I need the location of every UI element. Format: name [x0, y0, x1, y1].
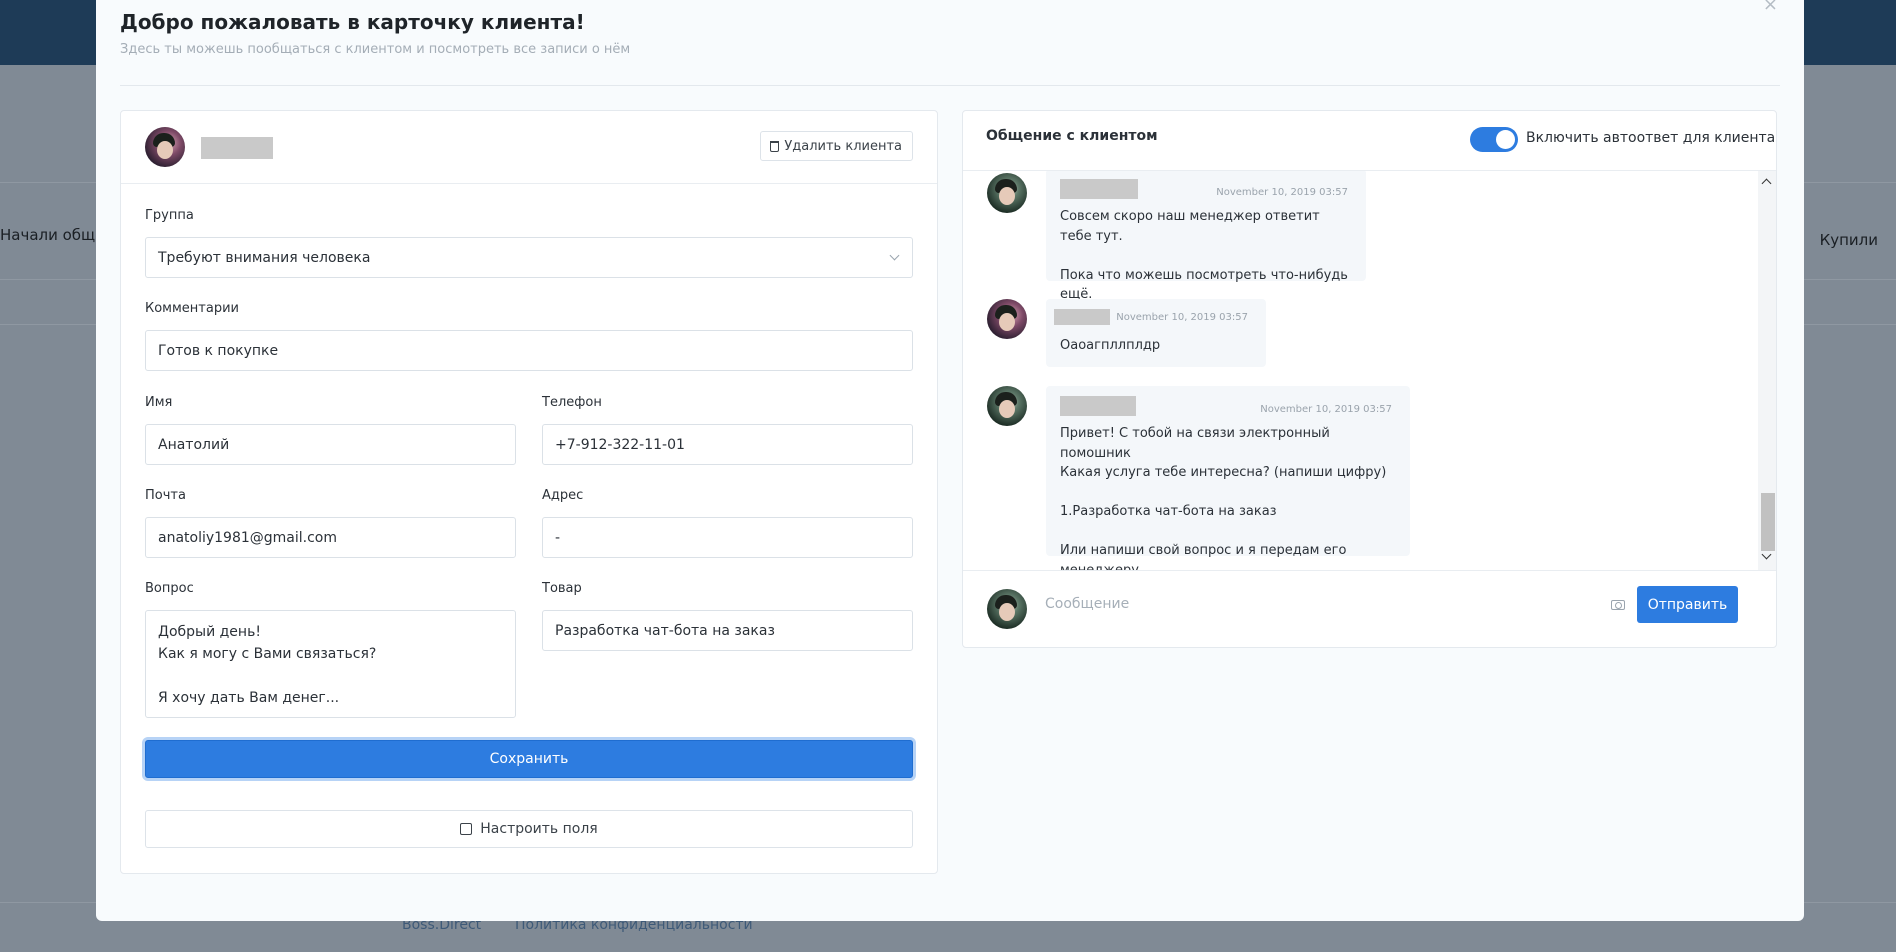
client-info-panel: Удалить клиента Группа Требуют внимания …	[120, 110, 938, 874]
chat-scrollbar[interactable]	[1758, 171, 1776, 570]
group-value: Требуют внимания человека	[158, 249, 371, 266]
bot-avatar	[987, 173, 1027, 213]
trash-icon	[770, 140, 780, 152]
background-column-bought: Купили	[1819, 231, 1878, 249]
message-timestamp: November 10, 2019 03:57	[1116, 312, 1248, 323]
checkbox-square-icon	[460, 823, 473, 835]
address-label: Адрес	[542, 488, 584, 503]
message-text: Оаоагпллплдр	[1060, 338, 1161, 353]
chat-header: Общение с клиентом Включить автоответ дл…	[963, 111, 1776, 171]
delete-client-label: Удалить клиента	[784, 138, 902, 154]
autoreply-toggle[interactable]	[1470, 127, 1518, 152]
product-label: Товар	[542, 581, 582, 596]
chat-message: November 10, 2019 03:57 Привет! С тобой …	[1046, 386, 1410, 570]
client-avatar	[145, 127, 185, 167]
modal-subtitle: Здесь ты можешь пообщаться с клиентом и …	[120, 42, 631, 57]
scroll-down-icon[interactable]	[1761, 549, 1772, 560]
chat-composer: Сообщение Отправить	[963, 571, 1776, 647]
group-label: Группа	[145, 208, 194, 223]
message-text: Привет! С тобой на связи электронный пом…	[1060, 426, 1387, 571]
autoreply-label: Включить автоответ для клиента	[1526, 130, 1776, 146]
question-textarea[interactable]: Добрый день! Как я могу с Вами связаться…	[145, 610, 516, 718]
bot-avatar	[987, 589, 1027, 629]
close-icon[interactable]: ×	[1763, 0, 1778, 15]
send-button[interactable]: Отправить	[1637, 586, 1738, 623]
modal-divider	[120, 85, 1780, 86]
configure-fields-button[interactable]: Настроить поля	[145, 810, 913, 848]
group-select[interactable]: Требуют внимания человека	[145, 237, 913, 278]
sender-name-redacted	[1054, 309, 1110, 325]
message-timestamp: November 10, 2019 03:57	[1260, 404, 1392, 415]
message-text: Совсем скоро наш менеджер ответит тебе т…	[1060, 209, 1348, 302]
configure-fields-label: Настроить поля	[480, 821, 598, 837]
address-input[interactable]: -	[542, 517, 913, 558]
message-input[interactable]: Сообщение	[1045, 596, 1129, 612]
chat-message: November 10, 2019 03:57 Совсем скоро наш…	[1046, 171, 1366, 302]
chat-messages[interactable]: November 10, 2019 03:57 Совсем скоро наш…	[963, 171, 1776, 571]
scroll-up-icon[interactable]	[1761, 178, 1772, 189]
message-timestamp: November 10, 2019 03:57	[1216, 187, 1348, 198]
email-label: Почта	[145, 488, 186, 503]
name-label: Имя	[145, 395, 173, 410]
delete-client-button[interactable]: Удалить клиента	[760, 131, 913, 161]
name-input[interactable]: Анатолий	[145, 424, 516, 465]
sender-name-redacted	[1060, 396, 1136, 416]
comments-input[interactable]: Готов к покупке	[145, 330, 913, 371]
client-header: Удалить клиента	[121, 111, 937, 184]
chat-message: November 10, 2019 03:57 Оаоагпллплдр	[1046, 299, 1266, 367]
phone-label: Телефон	[542, 395, 602, 410]
client-card-modal: × Добро пожаловать в карточку клиента! З…	[96, 0, 1804, 921]
save-button[interactable]: Сохранить	[145, 740, 913, 778]
camera-icon[interactable]	[1611, 600, 1625, 610]
modal-title: Добро пожаловать в карточку клиента!	[120, 10, 585, 34]
scrollbar-thumb[interactable]	[1761, 493, 1775, 551]
chat-panel: Общение с клиентом Включить автоответ дл…	[962, 110, 1777, 648]
client-name-redacted	[201, 137, 273, 159]
sender-name-redacted	[1060, 179, 1138, 199]
question-label: Вопрос	[145, 581, 194, 596]
product-input[interactable]: Разработка чат-бота на заказ	[542, 610, 913, 651]
client-avatar	[987, 299, 1027, 339]
chat-title: Общение с клиентом	[986, 128, 1158, 144]
bot-avatar	[987, 386, 1027, 426]
phone-input[interactable]: +7-912-322-11-01	[542, 424, 913, 465]
email-input[interactable]: anatoliy1981@gmail.com	[145, 517, 516, 558]
chevron-down-icon	[889, 250, 900, 261]
comments-label: Комментарии	[145, 301, 239, 316]
